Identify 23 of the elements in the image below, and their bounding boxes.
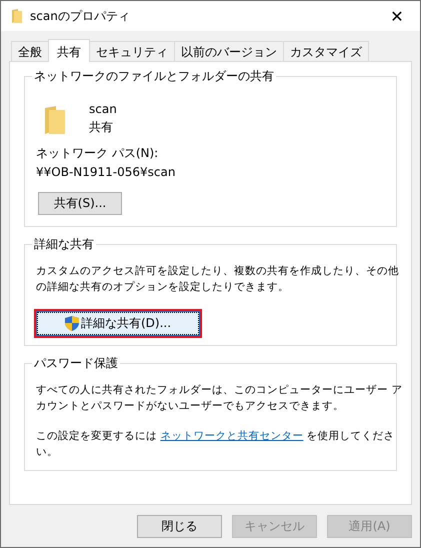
shield-icon (64, 316, 79, 331)
share-status: 共有 (89, 119, 114, 135)
path-label: ネットワーク パス(N): (36, 145, 158, 161)
tab[interactable]: 共有 (48, 39, 90, 62)
folder-icon (12, 9, 22, 23)
group-title: ネットワークのファイルとフォルダーの共有 (32, 68, 276, 84)
advanced-sharing-button[interactable]: 詳細な共有(D)... (37, 312, 199, 335)
close-button[interactable]: ✕ (374, 1, 420, 31)
folder-name: scan (89, 101, 117, 117)
share-button[interactable]: 共有(S)... (38, 192, 122, 215)
tab[interactable]: セキュリティ (89, 41, 175, 61)
network-path: ¥¥OB-N1911-056¥scan (36, 164, 176, 180)
tab[interactable]: カスタマイズ (283, 41, 369, 61)
folder-icon (45, 106, 65, 134)
network-center-link[interactable]: ネットワークと共有センター (160, 430, 304, 442)
group-title: 詳細な共有 (32, 236, 96, 252)
dialog-button[interactable]: 閉じる (137, 515, 222, 538)
tab[interactable]: 全般 (11, 41, 49, 61)
instruction-text: この設定を変更するには ネットワークと共有センター を使用してください。 (36, 429, 396, 460)
description-text: カスタムのアクセス許可を設定したり、複数の共有を作成したり、その他の詳細な共有のオプションを設定したりできます。 (36, 264, 400, 295)
group-title: パスワード保護 (32, 355, 120, 371)
window-title: scanのプロパティ (30, 8, 131, 24)
description-text: すべての人に共有されたフォルダーは、このコンピューターにユーザー アカウントとパスワードがないユーザーでもアクセスできます。 (36, 383, 404, 414)
